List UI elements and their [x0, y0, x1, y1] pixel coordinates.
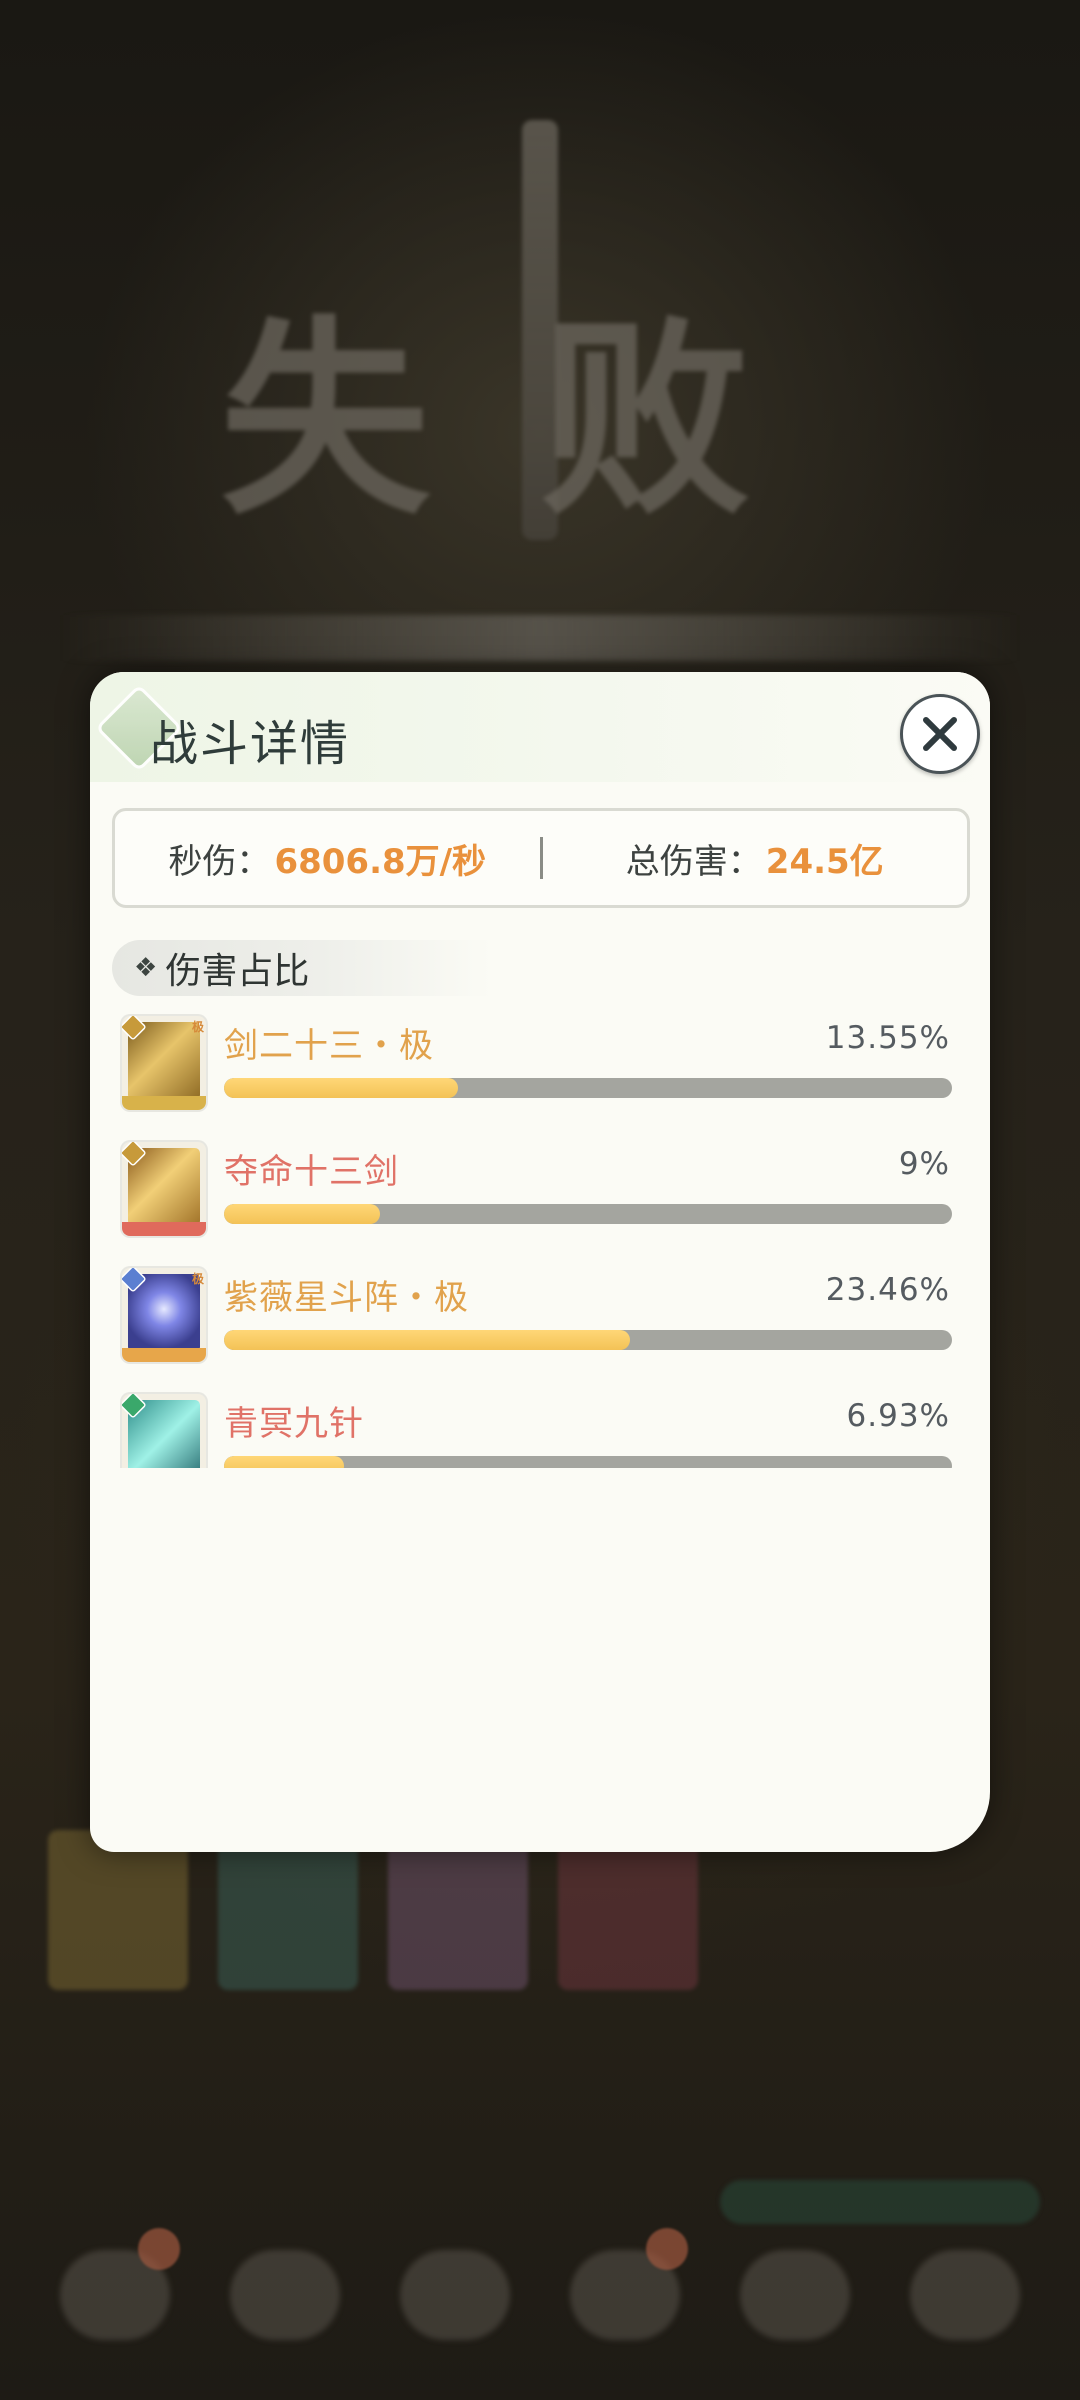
skill-damage-list[interactable]: 极剑二十三・极 13.55% 夺命十三剑 9% 极紫薇星斗阵・极 23.46% 青冥九针 6.… — [90, 1006, 990, 1468]
result-ribbon — [60, 615, 1020, 661]
bg-card — [388, 1830, 528, 1990]
damage-share-heading: ❖ 伤害占比 — [112, 940, 492, 996]
rarity-tag: 极 — [191, 1020, 204, 1034]
damage-share-bar — [224, 1330, 952, 1350]
close-button[interactable] — [900, 694, 980, 774]
skill-percent: 23.46% — [825, 1272, 950, 1308]
damage-share-bar — [224, 1456, 952, 1468]
skill-row: 夺命十三剑 9% — [90, 1132, 990, 1258]
skill-frame-base — [122, 1348, 206, 1362]
damage-share-bar — [224, 1204, 952, 1224]
nav-item — [400, 2250, 510, 2340]
bottom-nav — [60, 2250, 1020, 2340]
damage-share-fill — [224, 1204, 380, 1224]
skill-percent: 6.93% — [846, 1398, 950, 1434]
background-cards — [48, 1830, 698, 1990]
total-damage-value: 24.5亿 — [765, 841, 884, 882]
nav-item — [910, 2250, 1020, 2340]
battle-details-dialog: 战斗详情 秒伤： 6806.8万/秒 总伤害： 24.5亿 ❖ 伤害占比 极 剑二十三… — [90, 672, 990, 1852]
bg-card — [558, 1830, 698, 1990]
bg-card — [48, 1830, 188, 1990]
skill-name: 青冥九针 — [224, 1404, 364, 1444]
skill-percent: 13.55% — [825, 1020, 950, 1056]
close-icon — [923, 717, 957, 751]
damage-share-bar — [224, 1078, 952, 1098]
bg-card — [218, 1830, 358, 1990]
defeat-title: 失败 — [219, 298, 860, 543]
skill-icon: 极 — [122, 1016, 206, 1110]
nav-item — [740, 2250, 850, 2340]
notification-dot — [646, 2228, 688, 2270]
skill-percent: 9% — [898, 1146, 950, 1182]
rarity-tag: 极 — [191, 1272, 204, 1286]
section-title: 伤害占比 — [165, 951, 310, 992]
damage-share-fill — [224, 1456, 344, 1468]
skill-icon — [122, 1142, 206, 1236]
dps-label: 秒伤： — [168, 841, 271, 882]
skill-name: 紫薇星斗阵・极 — [224, 1278, 469, 1318]
dialog-title: 战斗详情 — [150, 716, 351, 772]
skill-name: 夺命十三剑 — [224, 1152, 399, 1192]
skill-row: 青冥九针 6.93% — [90, 1384, 990, 1468]
skill-frame-base — [122, 1222, 206, 1236]
damage-share-fill — [224, 1330, 630, 1350]
bg-toast — [720, 2180, 1040, 2224]
damage-summary: 秒伤： 6806.8万/秒 总伤害： 24.5亿 — [112, 808, 970, 908]
skill-name: 剑二十三・极 — [224, 1026, 434, 1066]
damage-share-fill — [224, 1078, 459, 1098]
total-damage-label: 总伤害： — [625, 841, 762, 882]
skill-row: 极 剑二十三・极 13.55% — [90, 1006, 990, 1132]
skill-icon: 极 — [122, 1268, 206, 1362]
skill-frame-base — [122, 1096, 206, 1110]
dps-stat: 秒伤： 6806.8万/秒 — [115, 834, 540, 883]
sparkle-icon: ❖ — [134, 953, 158, 983]
dps-value: 6806.8万/秒 — [274, 841, 487, 882]
total-damage-stat: 总伤害： 24.5亿 — [543, 834, 968, 883]
nav-item — [230, 2250, 340, 2340]
skill-row: 极 紫薇星斗阵・极 23.46% — [90, 1258, 990, 1384]
skill-icon — [122, 1394, 206, 1468]
notification-dot — [138, 2228, 180, 2270]
